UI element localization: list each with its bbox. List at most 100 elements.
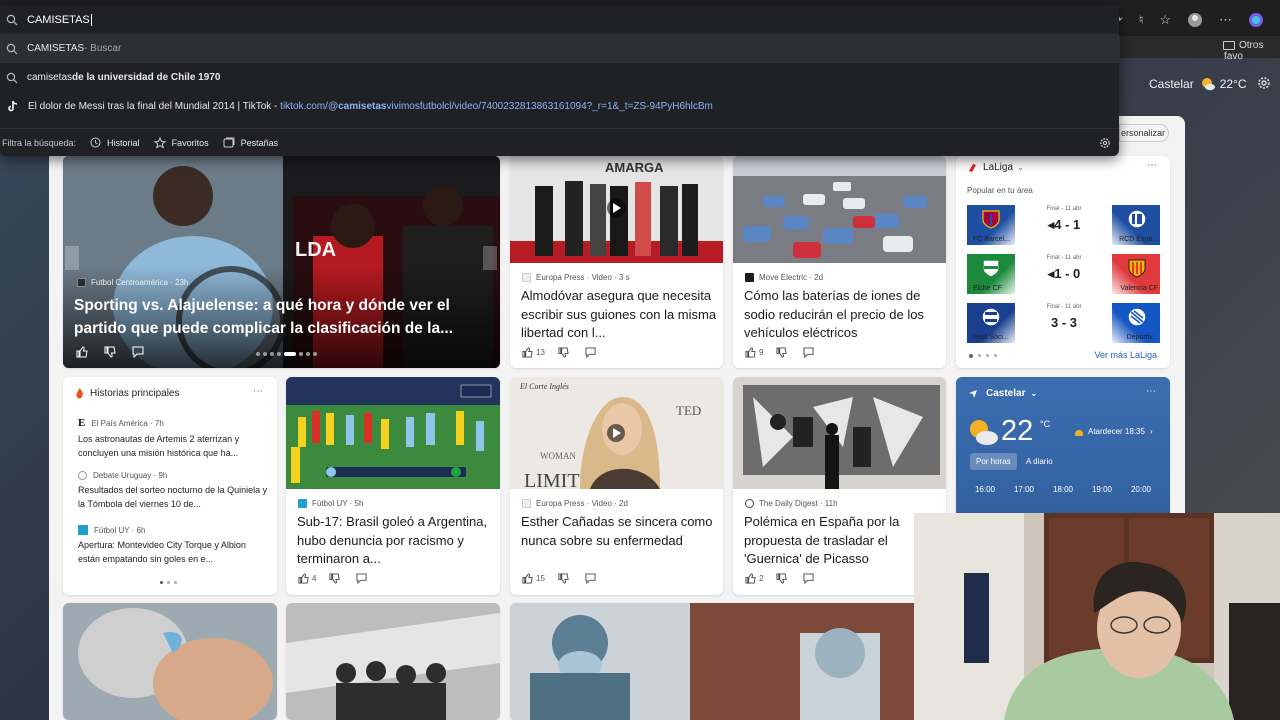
- dislike-icon[interactable]: [776, 347, 788, 358]
- like-icon[interactable]: [76, 346, 88, 358]
- lda-jersey-text: LDA: [295, 239, 336, 261]
- profile-avatar[interactable]: [1187, 12, 1203, 28]
- hero-card[interactable]: LDA Futbol Centroamérica · 23h Sporting …: [63, 156, 500, 368]
- history-icon: [90, 137, 101, 148]
- suggestion-item[interactable]: camisetas de la universidad de Chile 197…: [0, 63, 1119, 92]
- dislike-icon[interactable]: [104, 346, 116, 358]
- filter-history-button[interactable]: Historial: [90, 137, 140, 148]
- debate-logo-icon: [78, 471, 87, 480]
- address-input[interactable]: CAMISETAS: [0, 6, 1119, 34]
- card-headline[interactable]: Cómo las baterías de iones de sodio redu…: [744, 287, 940, 343]
- match-score: ◂1 - 0: [1047, 266, 1081, 281]
- news-card-batteries[interactable]: Move Electric · 2d Cómo las baterías de …: [733, 156, 946, 368]
- league-selector[interactable]: LaLiga ⌄: [967, 162, 1024, 173]
- stories-carousel-dots[interactable]: [160, 581, 177, 584]
- card-source: Europa Press · Video · 3 s: [522, 273, 630, 282]
- hero-actions: [76, 346, 147, 358]
- comment-icon[interactable]: [803, 573, 814, 584]
- like-icon[interactable]: [745, 573, 756, 584]
- card-headline[interactable]: Polémica en España por la propuesta de t…: [744, 513, 942, 569]
- filter-tabs-button[interactable]: Pestañas: [223, 137, 278, 148]
- card-headline[interactable]: Almodóvar asegura que necesita escribir …: [521, 287, 717, 343]
- filter-favorites-button[interactable]: Favoritos: [153, 136, 209, 149]
- comment-icon[interactable]: [132, 346, 144, 358]
- suggestion-item[interactable]: El dolor de Messi tras la final del Mund…: [0, 92, 1119, 121]
- header-weather[interactable]: Castelar 22°C: [1120, 70, 1280, 98]
- dislike-icon[interactable]: [558, 573, 569, 584]
- like-icon[interactable]: [298, 573, 309, 584]
- hero-carousel-dots[interactable]: [256, 352, 317, 356]
- card-actions: 4: [298, 573, 370, 584]
- hour-label: 16:00: [974, 485, 996, 494]
- more-options-icon[interactable]: ⋯: [253, 386, 263, 397]
- address-bar-dropdown: CAMISETAS CAMISETAS - Buscar camisetas d…: [0, 6, 1119, 156]
- comment-icon[interactable]: [585, 573, 596, 584]
- source-logo-icon: [522, 499, 531, 508]
- match-row[interactable]: Elche CF Final - 11 abr ◂1 - 0 Valencia …: [967, 254, 1160, 294]
- story-item[interactable]: E El País América · 7h Los astronautas de…: [78, 417, 268, 460]
- woman-text: WOMAN: [540, 451, 576, 461]
- match-row[interactable]: FC Barcel... Final - 11 abr ◂4 - 1 RCD E…: [967, 205, 1160, 245]
- dislike-icon[interactable]: [776, 573, 788, 584]
- like-count: 4: [312, 574, 317, 583]
- sunset-info[interactable]: Atardecer 18:35 ›: [1074, 427, 1153, 436]
- news-card-surgery[interactable]: [510, 603, 946, 720]
- weather-location[interactable]: Castelar ⌄: [968, 388, 1037, 399]
- settings-gear-icon[interactable]: [1257, 76, 1271, 90]
- barcelona-crest-icon: [982, 210, 1000, 229]
- source-logo-icon: [745, 273, 754, 282]
- suggestion-item[interactable]: CAMISETAS - Buscar: [0, 34, 1119, 63]
- source-logo-icon: [298, 499, 307, 508]
- copilot-icon[interactable]: [1248, 12, 1264, 28]
- sunset-icon: [1075, 429, 1083, 436]
- more-menu-icon[interactable]: ⋯: [1219, 12, 1232, 28]
- news-card-hearing[interactable]: [63, 603, 277, 720]
- news-card-esther[interactable]: El Corte Inglés TED WOMAN LIMITE Europa …: [510, 377, 723, 595]
- news-card-almodovar[interactable]: AMARGA Europa Press · Video · 3 s Almodó…: [510, 156, 723, 368]
- more-options-icon[interactable]: ⋯: [1147, 160, 1157, 171]
- tab-hourly[interactable]: Por horas: [970, 453, 1017, 470]
- story-item[interactable]: Debate Uruguay · 9h Resultados del sorte…: [78, 471, 268, 511]
- dislike-icon[interactable]: [558, 347, 569, 358]
- deportivo-crest-icon: [1127, 307, 1147, 327]
- extensions-icon[interactable]: ♮: [1139, 12, 1144, 28]
- home-team-tile: FC Barcel...: [967, 205, 1015, 245]
- valencia-crest-icon: [1128, 259, 1146, 278]
- personalize-button[interactable]: ersonalizar: [1119, 124, 1169, 142]
- match-row[interactable]: Real Soci... Final - 11 abr 3 - 3 Deport…: [967, 303, 1160, 343]
- news-card-beatles[interactable]: [286, 603, 500, 720]
- card-headline[interactable]: Sub-17: Brasil goleó a Argentina, hubo d…: [297, 513, 493, 569]
- tab-daily[interactable]: A diario: [1026, 457, 1053, 466]
- card-source: The Daily Digest · 11h: [745, 499, 838, 508]
- comment-icon[interactable]: [356, 573, 367, 584]
- hero-headline[interactable]: Sporting vs. Alajuelense: a qué hora y d…: [74, 294, 489, 340]
- hour-label: 18:00: [1052, 485, 1074, 494]
- news-card-brasil[interactable]: Fútbol UY · 5h Sub-17: Brasil goleó a Ar…: [286, 377, 500, 595]
- like-icon[interactable]: [522, 347, 533, 358]
- sports-widget[interactable]: LaLiga ⌄ ⋯ Popular en tu área FC Barcel.…: [956, 156, 1170, 368]
- hour-label: 19:00: [1091, 485, 1113, 494]
- dislike-icon[interactable]: [329, 573, 341, 584]
- card-image: [733, 377, 946, 489]
- partly-cloudy-icon: [1201, 78, 1215, 91]
- search-icon: [6, 43, 18, 54]
- story-item[interactable]: Fútbol UY · 6h Apertura: Montevideo City…: [78, 525, 268, 566]
- more-options-icon[interactable]: ⋯: [1146, 386, 1156, 397]
- favorites-star-icon[interactable]: ☆: [1159, 12, 1171, 28]
- match-score: ◂4 - 1: [1047, 217, 1081, 232]
- settings-gear-icon[interactable]: [1099, 137, 1111, 149]
- comment-icon[interactable]: [803, 347, 814, 358]
- like-icon[interactable]: [745, 347, 756, 358]
- sports-subtitle: Popular en tu área: [967, 186, 1033, 195]
- home-team-tile: Elche CF: [967, 254, 1015, 294]
- source-logo-icon: [77, 278, 86, 287]
- card-actions: 2: [745, 573, 817, 584]
- like-icon[interactable]: [522, 573, 533, 584]
- real-sociedad-crest-icon: [981, 307, 1001, 327]
- el-pais-logo-icon: E: [78, 417, 86, 429]
- card-image: AMARGA: [510, 156, 723, 263]
- card-headline[interactable]: Esther Cañadas se sincera como nunca sob…: [521, 513, 717, 550]
- see-more-laliga-link[interactable]: Ver más LaLiga: [1094, 350, 1157, 360]
- comment-icon[interactable]: [585, 347, 596, 358]
- sports-carousel-dots[interactable]: [969, 354, 997, 358]
